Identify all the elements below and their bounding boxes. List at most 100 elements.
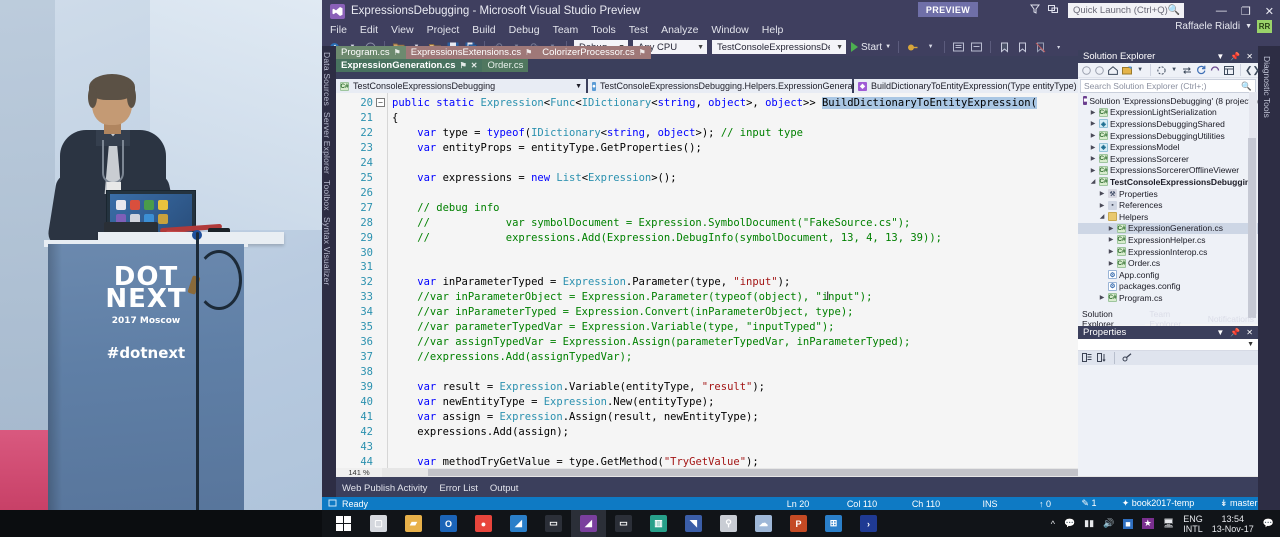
chevron-down-icon[interactable]: ▼ [1170, 65, 1178, 76]
chevron-right-icon[interactable]: ▶ [1098, 202, 1106, 209]
solution-tree-item[interactable]: ▶ C# ExpressionGeneration.cs [1078, 222, 1258, 235]
search-icon[interactable]: ⚲ [720, 515, 737, 532]
taskbar-item-remote-desktop[interactable]: ◥ [676, 510, 711, 537]
solution-tree-item[interactable]: ▶ C# ExpressionHelper.cs [1078, 234, 1258, 246]
code-line[interactable]: var inParameterTyped = Expression.Parame… [392, 275, 790, 290]
chevron-right-icon[interactable]: ▶ [1089, 120, 1097, 127]
taskbar-item-sql-server[interactable]: ▥ [641, 510, 676, 537]
chevron-down-icon[interactable]: ◢ [1089, 178, 1097, 185]
properties-grid[interactable] [1078, 365, 1258, 475]
powerpoint-icon[interactable]: P [790, 515, 807, 532]
menu-help[interactable]: Help [762, 24, 784, 36]
chevron-right-icon[interactable]: ▶ [1098, 190, 1106, 197]
menu-view[interactable]: View [391, 24, 414, 36]
code-line[interactable]: //var inParameterTyped = Expression.Conv… [392, 305, 853, 320]
code-line[interactable]: var result = Expression.Variable(entityT… [392, 380, 765, 395]
console-icon[interactable]: ▭ [615, 515, 632, 532]
taskbar-item-vs-code[interactable]: ◢ [501, 510, 536, 537]
store-icon[interactable]: ⊞ [825, 515, 842, 532]
pin-icon[interactable]: ⚑ [639, 48, 646, 57]
security-icon[interactable]: ■ [1123, 518, 1133, 529]
taskbar-item-store[interactable]: ⊞ [816, 510, 851, 537]
tab-solution-explorer[interactable]: Solution Explorer [1078, 309, 1146, 329]
taskbar-item-search[interactable]: ⚲ [711, 510, 746, 537]
visual-studio-icon[interactable]: ◢ [580, 515, 597, 532]
dock-tab-data-sources[interactable]: Data Sources [322, 46, 332, 106]
tab-notifications[interactable]: Notifications [1204, 312, 1258, 325]
remote-desktop-icon[interactable]: ◥ [685, 515, 702, 532]
menu-project[interactable]: Project [427, 24, 460, 36]
taskbar-item-chrome[interactable]: ● [466, 510, 501, 537]
sync-with-active-document-icon[interactable] [1182, 65, 1192, 76]
menu-file[interactable]: File [330, 24, 347, 36]
vs-code-icon[interactable]: ◢ [510, 515, 527, 532]
code-line[interactable]: //var inParameterObject = Expression.Par… [392, 290, 872, 305]
feedback-funnel-icon[interactable] [1030, 4, 1040, 17]
outlook-icon[interactable]: O [440, 515, 457, 532]
code-line[interactable]: // debug info [392, 201, 499, 216]
chevron-down-icon[interactable]: ▼ [1216, 328, 1224, 337]
taskbar-item-visual-studio[interactable]: ◢ [571, 510, 606, 537]
avatar[interactable]: RR [1257, 20, 1272, 33]
powershell-icon[interactable]: › [860, 515, 877, 532]
search-icon[interactable]: 🔍 [1168, 5, 1180, 16]
solution-tree-item[interactable]: ▶ ◈ ExpressionsModel [1078, 141, 1258, 153]
close-icon[interactable]: ✕ [471, 61, 478, 70]
terminal-icon[interactable]: ▭ [545, 515, 562, 532]
show-hidden-icons-icon[interactable]: ^ [1051, 519, 1055, 529]
code-line[interactable]: //var assignTypedVar = Expression.Assign… [392, 335, 910, 350]
solution-tree-item[interactable]: ▶ C# ExpressionsSorcerer [1078, 153, 1258, 165]
pin-icon[interactable]: ⚑ [460, 61, 467, 70]
chevron-right-icon[interactable]: ▶ [1089, 144, 1097, 151]
volume-icon[interactable]: 🔊 [1103, 518, 1114, 529]
collapse-region-icon[interactable]: − [376, 98, 385, 107]
code-line[interactable]: var type = typeof(IDictionary<string, ob… [392, 126, 803, 141]
solution-tree-item[interactable]: ◢ Helpers [1078, 211, 1258, 223]
collapse-all-icon[interactable] [1210, 65, 1220, 76]
menu-team[interactable]: Team [553, 24, 579, 36]
code-line[interactable]: var assign = Expression.Assign(result, n… [392, 410, 758, 425]
taskbar-item-powershell[interactable]: › [851, 510, 886, 537]
solution-tree-item[interactable]: ▶ ⚒ Properties [1078, 188, 1258, 200]
status-repository[interactable]: ✦ book2017-temp [1110, 498, 1206, 509]
code-line[interactable]: //expressions.Add(assignTypedVar); [392, 350, 632, 365]
solution-tree-item[interactable]: ▶ ▪ References [1078, 199, 1258, 211]
sync-icon[interactable]: ★ [1141, 518, 1154, 529]
properties-window-icon[interactable] [1224, 65, 1235, 76]
solution-tree-item[interactable]: ▶ C# ExpressionInterop.cs [1078, 246, 1258, 258]
taskbar-item-onedrive[interactable]: ☁ [746, 510, 781, 537]
tab-error-list[interactable]: Error List [439, 483, 478, 494]
chevron-down-icon[interactable]: ▼ [1245, 23, 1252, 30]
show-all-files-icon[interactable]: ❮❯ [1245, 65, 1260, 76]
taskbar-item-outlook[interactable]: O [431, 510, 466, 537]
taskbar-item-terminal[interactable]: ▭ [536, 510, 571, 537]
chevron-down-icon[interactable]: ◢ [1098, 213, 1106, 220]
code-line[interactable]: public static Expression<Func<IDictionar… [392, 96, 1037, 111]
code-line[interactable]: expressions.Add(assign); [392, 425, 569, 440]
properties-object-combo[interactable]: ▼ [1078, 339, 1258, 351]
onedrive-icon[interactable]: ☁ [755, 515, 772, 532]
language-indicator[interactable]: ENG INTL [1183, 514, 1203, 534]
preview-selected-items-icon[interactable] [1157, 65, 1166, 76]
menu-edit[interactable]: Edit [360, 24, 378, 36]
solution-tree-item[interactable]: ▶ C# ExpressionsSorcererOfflineViewer [1078, 165, 1258, 177]
dock-tab-server-explorer[interactable]: Server Explorer [322, 106, 332, 174]
menu-debug[interactable]: Debug [509, 24, 540, 36]
status-pending-changes[interactable]: ✎ 1 [1068, 498, 1110, 509]
chevron-right-icon[interactable]: ▶ [1089, 167, 1097, 174]
tab-team-explorer[interactable]: Team Explorer [1145, 309, 1203, 329]
solution-scrollbar-thumb[interactable] [1248, 138, 1256, 318]
solution-tree-item[interactable]: ■ Solution 'ExpressionsDebugging' (8 proj… [1078, 95, 1258, 107]
solution-tree-item[interactable]: ▶ C# Program.cs [1078, 292, 1258, 304]
categorized-view-icon[interactable] [1082, 352, 1092, 364]
status-outgoing-commits[interactable]: ↑ 0 [1022, 499, 1068, 509]
solution-tree-item[interactable]: ▶ ◈ ExpressionsDebuggingShared [1078, 118, 1258, 130]
tab-colorizer-processor-cs[interactable]: ColorizerProcessor.cs ⚑ [537, 46, 651, 59]
chevron-right-icon[interactable]: ▶ [1107, 225, 1115, 232]
code-line[interactable]: var newEntityType = Expression.New(entit… [392, 395, 714, 410]
property-pages-icon[interactable] [1122, 352, 1132, 364]
pin-icon[interactable]: 📌 [1230, 328, 1240, 337]
solution-tree-item[interactable]: ▶ C# Order.cs [1078, 257, 1258, 269]
code-line[interactable]: { [392, 111, 398, 126]
back-icon[interactable] [1082, 65, 1091, 76]
